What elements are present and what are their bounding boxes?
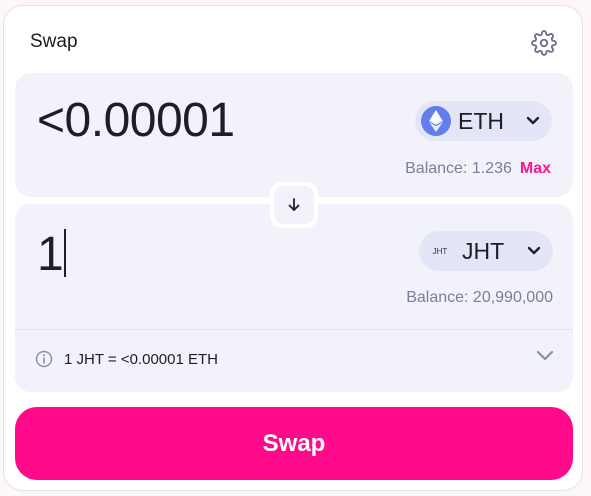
eth-logo-icon: [421, 106, 451, 136]
arrow-down-icon: [288, 198, 300, 211]
to-amount-value: 1: [37, 228, 64, 281]
settings-button[interactable]: [529, 28, 559, 58]
to-balance: Balance: 20,990,000: [406, 289, 553, 307]
to-panel: 1 JHT JHT Balance: 20,990,000 1 JHT = <0…: [15, 204, 573, 392]
swap-card: Swap <0.00001 ETH Balance: 1.236 Max 1 J…: [3, 5, 583, 491]
text-caret: [64, 229, 67, 277]
page-title: Swap: [30, 31, 78, 52]
to-token-symbol: JHT: [462, 237, 505, 264]
from-token-symbol: ETH: [458, 107, 504, 134]
max-button[interactable]: Max: [520, 160, 551, 178]
to-token-selector[interactable]: JHT JHT: [419, 231, 553, 271]
divider: [15, 329, 573, 330]
info-icon: [35, 350, 53, 368]
switch-direction-button[interactable]: [270, 182, 318, 228]
swap-button[interactable]: Swap: [15, 407, 573, 480]
to-balance-label: Balance: 20,990,000: [406, 289, 553, 306]
from-token-selector[interactable]: ETH: [415, 101, 552, 141]
gear-icon: [531, 30, 557, 56]
rate-info-toggle[interactable]: 1 JHT = <0.00001 ETH: [35, 350, 218, 368]
from-amount-input[interactable]: <0.00001: [37, 93, 235, 148]
chevron-down-icon: [527, 246, 541, 256]
jht-logo-icon: JHT: [432, 246, 448, 256]
expand-chevron-icon[interactable]: [535, 349, 555, 368]
to-amount-input[interactable]: 1: [37, 227, 67, 282]
from-balance-label: Balance: 1.236: [405, 160, 512, 177]
from-panel: <0.00001 ETH Balance: 1.236 Max: [15, 73, 573, 197]
switch-direction-inner: [274, 186, 314, 224]
from-balance: Balance: 1.236 Max: [405, 160, 551, 178]
exchange-rate-text: 1 JHT = <0.00001 ETH: [64, 350, 218, 368]
chevron-down-icon: [526, 116, 540, 126]
